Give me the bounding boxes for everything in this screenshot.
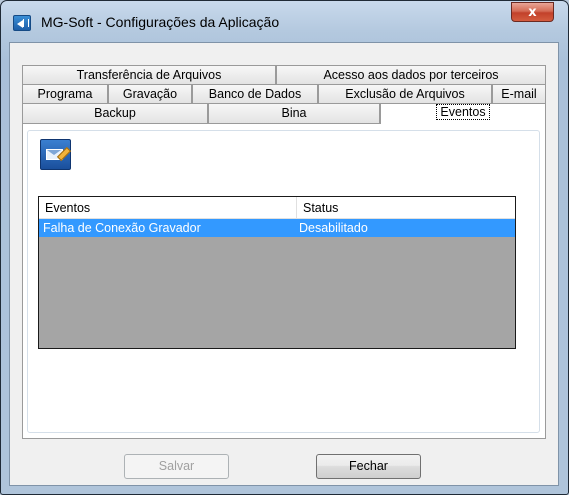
list-header: Eventos Status: [39, 197, 515, 219]
column-header-status[interactable]: Status: [297, 197, 515, 218]
tab-backup[interactable]: Backup: [22, 103, 208, 123]
tab-acesso-terceiros[interactable]: Acesso aos dados por terceiros: [276, 65, 546, 84]
title-bar[interactable]: MG-Soft - Configurações da Aplicação x: [1, 1, 568, 31]
column-header-eventos[interactable]: Eventos: [39, 197, 297, 218]
tab-programa[interactable]: Programa: [22, 84, 108, 103]
tab-transferencia-arquivos[interactable]: Transferência de Arquivos: [22, 65, 276, 84]
tab-gravacao[interactable]: Gravação: [108, 84, 192, 103]
tab-label: Eventos: [436, 104, 490, 120]
tab-label: Acesso aos dados por terceiros: [323, 68, 499, 82]
events-list-view[interactable]: Eventos Status Falha de Conexão Gravador…: [38, 196, 516, 349]
save-button[interactable]: Salvar: [124, 454, 229, 479]
app-icon: [13, 15, 31, 31]
mail-edit-icon[interactable]: [40, 139, 72, 170]
list-item[interactable]: Falha de Conexão Gravador Desabilitado: [39, 219, 515, 237]
window-title: MG-Soft - Configurações da Aplicação: [41, 14, 280, 30]
tab-label: Backup: [94, 106, 136, 120]
dialog-window: MG-Soft - Configurações da Aplicação x T…: [0, 0, 569, 495]
tab-label: Gravação: [122, 87, 178, 101]
event-name-cell: Falha de Conexão Gravador: [43, 221, 201, 235]
tab-label: Transferência de Arquivos: [76, 68, 222, 82]
eventos-panel: Eventos Status Falha de Conexão Gravador…: [22, 123, 546, 439]
tab-email[interactable]: E-mail: [492, 84, 546, 103]
tab-label: E-mail: [501, 87, 537, 101]
dialog-client-area: Transferência de Arquivos Acesso aos dad…: [9, 42, 559, 486]
close-button[interactable]: Fechar: [316, 454, 421, 479]
tab-label: Exclusão de Arquivos: [345, 87, 465, 101]
tab-eventos[interactable]: Eventos: [380, 103, 546, 124]
tab-label: Bina: [281, 106, 307, 120]
close-window-button[interactable]: x: [511, 2, 554, 22]
event-status-cell: Desabilitado: [299, 221, 368, 235]
tab-label: Banco de Dados: [208, 87, 302, 101]
tab-banco-de-dados[interactable]: Banco de Dados: [192, 84, 318, 103]
tab-exclusao-arquivos[interactable]: Exclusão de Arquivos: [318, 84, 492, 103]
tab-bina[interactable]: Bina: [208, 103, 380, 123]
tab-label: Programa: [37, 87, 93, 101]
